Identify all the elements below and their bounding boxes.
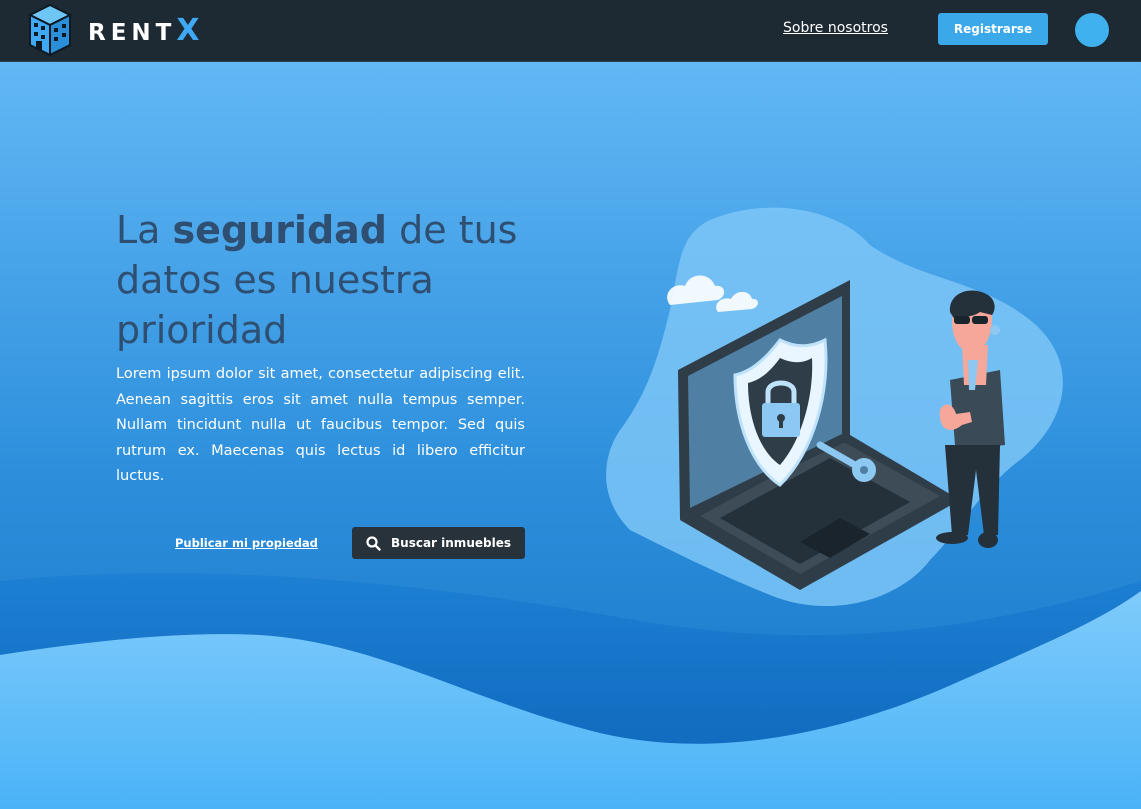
search-properties-button[interactable]: Buscar inmuebles [352,527,525,559]
brand-name: RENTX [88,13,200,48]
top-navbar: RENTX Sobre nosotros Registrarse [0,0,1141,62]
register-button[interactable]: Registrarse [938,13,1048,45]
headline-bold: seguridad [172,208,388,252]
brand-name-accent: X [176,12,200,48]
publish-property-link[interactable]: Publicar mi propiedad [175,536,318,550]
hero-headline: La seguridad de tus datos es nuestra pri… [116,205,556,355]
about-link[interactable]: Sobre nosotros [783,20,888,36]
security-illustration [606,207,1063,607]
brand-logo[interactable]: RENTX [28,3,200,57]
user-avatar[interactable] [1075,13,1109,47]
building-logo-icon [28,3,72,57]
search-button-label: Buscar inmuebles [391,536,511,550]
headline-part1: La [116,208,173,252]
brand-name-main: RENT [88,19,177,46]
search-icon [366,535,381,551]
hero-description: Lorem ipsum dolor sit amet, consectetur … [116,366,525,484]
